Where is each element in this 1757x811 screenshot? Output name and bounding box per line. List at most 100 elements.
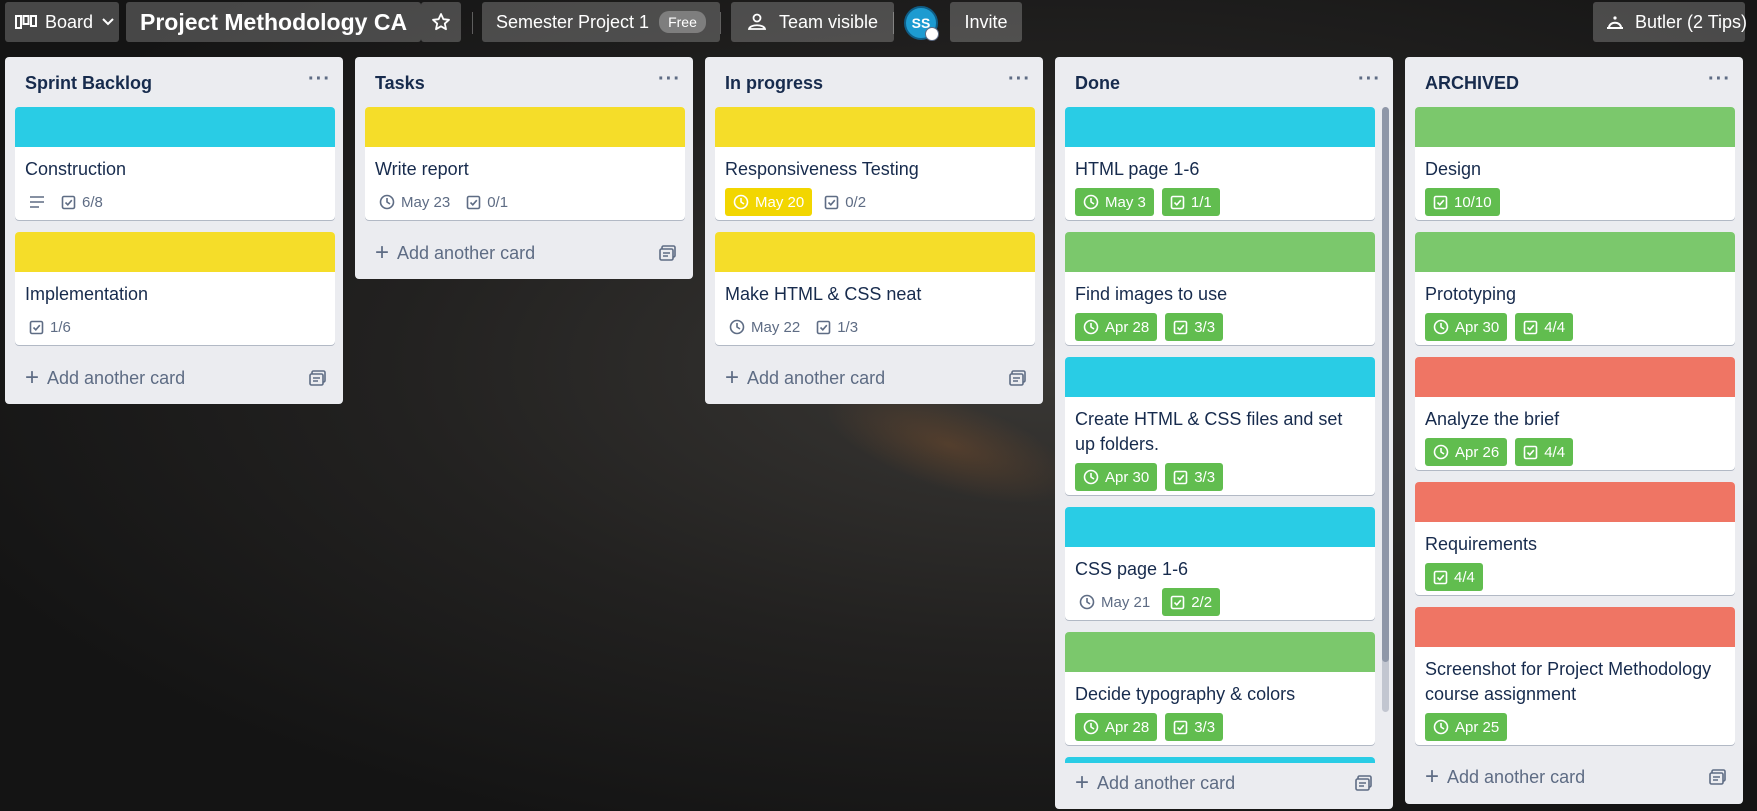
card[interactable]: Prototyping Apr 30 4/4 <box>1415 232 1735 345</box>
checklist-badge: 4/4 <box>1425 563 1483 591</box>
add-card-label: Add another card <box>1447 766 1586 787</box>
add-card-label-wrap: + Add another card <box>725 366 885 390</box>
visibility-label: Team visible <box>779 11 879 32</box>
add-card-label: Add another card <box>747 367 886 388</box>
card[interactable]: HTML page 1-6 May 3 1/1 <box>1065 107 1375 220</box>
team-button[interactable]: Semester Project 1 Free <box>482 2 720 42</box>
list-menu-icon[interactable]: ··· <box>1708 69 1731 97</box>
list-title[interactable]: In progress <box>725 73 823 94</box>
butler-button[interactable]: Butler (2 Tips) <box>1593 2 1748 42</box>
card[interactable]: Implementation 1/6 <box>15 232 335 345</box>
chevron-down-icon <box>102 18 114 26</box>
card[interactable]: Design 10/10 <box>1415 107 1735 220</box>
board-title[interactable]: Project Methodology CA <box>126 2 422 42</box>
card[interactable]: Responsiveness Testing May 20 0/2 <box>715 107 1035 220</box>
due-date-badge[interactable]: Apr 25 <box>1425 713 1508 741</box>
checklist-badge: 3/3 <box>1165 463 1224 491</box>
clock-icon <box>379 194 395 210</box>
card-cover <box>365 107 685 147</box>
due-date-badge[interactable]: Apr 30 <box>1425 313 1508 341</box>
card-title: Decide typography & colors <box>1075 684 1296 704</box>
list-title[interactable]: Done <box>1075 73 1120 94</box>
card-cover <box>1065 232 1375 272</box>
member-avatar[interactable]: SS <box>904 6 939 41</box>
plus-icon: + <box>375 239 390 266</box>
add-card-button[interactable]: + Add another card <box>365 233 683 273</box>
visibility-button[interactable]: Team visible <box>731 2 895 42</box>
card-badges: Apr 30 4/4 <box>1415 307 1735 341</box>
header-divider <box>720 12 721 34</box>
board-switcher-button[interactable]: Board <box>5 2 119 42</box>
add-card-label: Add another card <box>47 367 186 388</box>
board-switcher-label: Board <box>45 11 94 32</box>
card-template-icon[interactable] <box>659 245 677 261</box>
card-title: HTML page 1-6 <box>1075 159 1200 179</box>
due-date-badge[interactable]: Apr 28 <box>1075 713 1158 741</box>
list-header: Done ··· <box>1055 57 1393 109</box>
card-cover <box>15 107 335 147</box>
checklist-badge: 0/1 <box>462 188 512 216</box>
card-badges: May 21 2/2 <box>1065 582 1375 616</box>
team-label: Semester Project 1 <box>496 11 650 32</box>
card[interactable]: Screenshot for Project Methodology cours… <box>1415 607 1735 745</box>
clock-icon <box>1433 444 1449 460</box>
card-badges: 10/10 <box>1415 182 1735 216</box>
star-button[interactable] <box>421 2 461 42</box>
list-header: In progress ··· <box>705 57 1043 109</box>
due-date-badge[interactable]: Apr 30 <box>1075 463 1158 491</box>
card[interactable]: Write report May 23 0/1 <box>365 107 685 220</box>
list-menu-icon[interactable]: ··· <box>1008 69 1031 97</box>
checklist-badge: 1/3 <box>812 313 862 341</box>
list-menu-icon[interactable]: ··· <box>658 69 681 97</box>
butler-bell-icon <box>1607 16 1623 29</box>
card-template-icon[interactable] <box>1009 370 1027 386</box>
list-menu-icon[interactable]: ··· <box>1358 69 1381 97</box>
clock-icon <box>1083 719 1099 735</box>
checklist-icon <box>816 320 831 334</box>
invite-button[interactable]: Invite <box>950 2 1022 42</box>
list-scrollbar[interactable] <box>1382 107 1389 662</box>
clock-icon <box>1083 469 1099 485</box>
card[interactable]: Find images to use Apr 28 3/3 <box>1065 232 1375 345</box>
card-template-icon[interactable] <box>1709 769 1727 785</box>
card-title: CSS page 1-6 <box>1075 559 1189 579</box>
add-card-button[interactable]: + Add another card <box>715 358 1033 398</box>
card[interactable]: Requirements 4/4 <box>1415 482 1735 595</box>
due-date-badge[interactable]: Apr 26 <box>1425 438 1508 466</box>
due-date-badge[interactable]: Apr 28 <box>1075 313 1158 341</box>
checklist-icon <box>1173 320 1188 334</box>
card-cover <box>1065 357 1375 397</box>
checklist-icon <box>1170 195 1185 209</box>
card-title: Write report <box>375 159 469 179</box>
list-title[interactable]: ARCHIVED <box>1425 73 1519 94</box>
clock-icon <box>1083 194 1099 210</box>
card[interactable]: Create HTML & CSS files and set up folde… <box>1065 357 1375 495</box>
checklist-icon <box>29 320 44 334</box>
due-date-badge[interactable]: May 20 <box>725 188 813 216</box>
card-badges: Apr 28 3/3 <box>1065 707 1375 741</box>
list-menu-icon[interactable]: ··· <box>308 69 331 97</box>
card[interactable]: Construction 6/8 <box>15 107 335 220</box>
card[interactable]: Decide typography & colors Apr 28 3/3 <box>1065 632 1375 745</box>
due-date-badge[interactable]: May 3 <box>1075 188 1154 216</box>
card-badges: Apr 30 3/3 <box>1065 457 1375 491</box>
card-badges: May 3 1/1 <box>1065 182 1375 216</box>
card-template-icon[interactable] <box>1355 775 1373 791</box>
list-title[interactable]: Tasks <box>375 73 425 94</box>
card[interactable]: CSS page 1-6 May 21 2/2 <box>1065 507 1375 620</box>
add-card-button[interactable]: + Add another card <box>1415 757 1733 797</box>
add-card-button[interactable]: + Add another card <box>15 358 333 398</box>
card[interactable]: Analyze the brief Apr 26 4/4 <box>1415 357 1735 470</box>
checklist-badge: 0/2 <box>820 188 870 216</box>
butler-label: Butler (2 Tips) <box>1635 11 1748 32</box>
checklist-icon <box>1523 320 1538 334</box>
list-title[interactable]: Sprint Backlog <box>25 73 152 94</box>
add-card-button[interactable]: + Add another card <box>1065 763 1379 803</box>
card-cover <box>1065 107 1375 147</box>
card[interactable]: Make HTML & CSS neat May 22 1/3 <box>715 232 1035 345</box>
checklist-badge: 4/4 <box>1515 438 1574 466</box>
list-archived: ARCHIVED ··· Design 10/10 Prototyping Ap… <box>1405 57 1743 804</box>
card-cover <box>715 232 1035 272</box>
card-template-icon[interactable] <box>309 370 327 386</box>
list-done: Done ··· HTML page 1-6 May 3 1/1 Find im… <box>1055 57 1393 809</box>
